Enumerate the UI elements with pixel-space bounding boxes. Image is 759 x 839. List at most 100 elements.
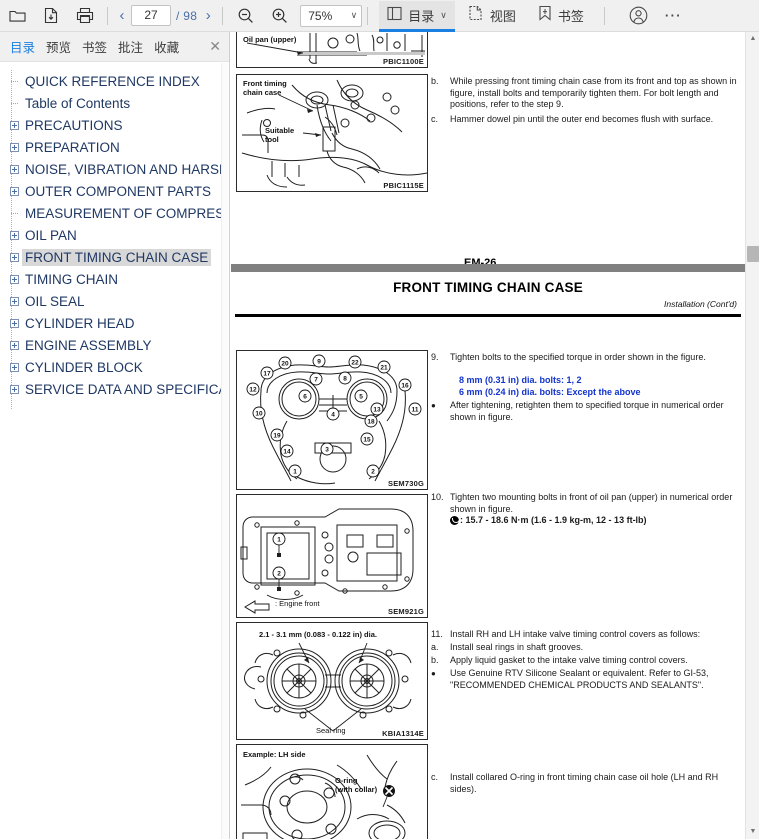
sidebar-item-cylinder-head[interactable]: CYLINDER HEAD <box>4 312 229 334</box>
figure-caption: Oil pan (upper) <box>243 35 297 44</box>
sidebar-item-noise-vibration-harshness[interactable]: NOISE, VIBRATION AND HARSH <box>4 158 229 180</box>
expand-icon[interactable] <box>8 339 21 352</box>
sidebar-item-outer-component-parts[interactable]: OUTER COMPONENT PARTS <box>4 180 229 202</box>
spec-text: 8 mm (0.31 in) dia. bolts: 1, 2 <box>459 375 582 385</box>
svg-text:10: 10 <box>255 411 263 418</box>
sidebar-scrollbar[interactable] <box>221 63 228 839</box>
zoom-level-select[interactable]: 75% ∨ <box>300 4 363 27</box>
svg-text:7: 7 <box>314 377 318 384</box>
previous-page-button[interactable]: ‹ <box>113 4 131 28</box>
expand-icon[interactable] <box>8 163 21 176</box>
sidebar-item-cylinder-block[interactable]: CYLINDER BLOCK <box>4 356 229 378</box>
expand-icon[interactable] <box>8 141 21 154</box>
expand-icon[interactable] <box>8 119 21 132</box>
step-body: Tighten two mounting bolts in front of o… <box>450 492 733 514</box>
open-file-button[interactable] <box>2 3 32 29</box>
svg-text:11: 11 <box>412 407 419 414</box>
pdf-viewer[interactable]: Oil pan (upper) PBIC1100E Front timing c… <box>231 32 759 839</box>
sidebar-item-front-timing-chain-case[interactable]: FRONT TIMING CHAIN CASE <box>4 246 229 268</box>
figure-caption-engine-front: : Engine front <box>275 599 320 608</box>
viewer-scrollbar[interactable]: ▲ ▼ <box>745 32 759 839</box>
sidebar-item-preparation[interactable]: PREPARATION <box>4 136 229 158</box>
svg-text:13: 13 <box>373 407 381 414</box>
scrollbar-thumb[interactable] <box>747 246 759 262</box>
page-number-input[interactable]: 27 <box>131 5 171 26</box>
sidebar-item-label: TIMING CHAIN <box>25 271 118 287</box>
step-body: Tighten bolts to the specified torque in… <box>450 352 706 362</box>
step-marker: c. <box>431 772 439 782</box>
tab-bookmark[interactable]: 书签 <box>530 1 592 31</box>
svg-text:1: 1 <box>293 469 297 476</box>
tab-view[interactable]: 视图 <box>461 1 524 31</box>
step-marker: c. <box>431 114 439 124</box>
step-marker: ● <box>431 669 436 678</box>
figure-caption-tool: Suitable tool <box>265 126 295 144</box>
figure-caption-example-lh: Example: LH side <box>243 750 306 759</box>
sidebar-item-label: FRONT TIMING CHAIN CASE <box>22 248 212 266</box>
expand-icon[interactable] <box>8 229 21 242</box>
zoom-in-button[interactable] <box>264 3 294 29</box>
sidebar-item-precautions[interactable]: PRECAUTIONS <box>4 114 229 136</box>
step-body: Install seal rings in shaft grooves. <box>450 642 584 652</box>
header-rule <box>235 314 741 317</box>
sidebar-tab-contents[interactable]: 目录 <box>10 37 35 56</box>
tab-contents-label: 目录 <box>408 9 435 24</box>
sidebar-item-label: OIL PAN <box>25 227 77 243</box>
sidebar-item-oil-pan[interactable]: OIL PAN <box>4 224 229 246</box>
sidebar-item-timing-chain[interactable]: TIMING CHAIN <box>4 268 229 290</box>
scroll-up-button[interactable]: ▲ <box>746 32 759 46</box>
step-marker: a. <box>431 642 439 652</box>
sidebar-tab-preview[interactable]: 预览 <box>46 37 71 56</box>
tab-bookmark-label: 书签 <box>557 9 584 24</box>
sidebar-item-label: OUTER COMPONENT PARTS <box>25 183 212 199</box>
close-icon[interactable]: ✕ <box>209 38 221 55</box>
expand-icon[interactable] <box>8 251 21 264</box>
sidebar-item-oil-seal[interactable]: OIL SEAL <box>4 290 229 312</box>
expand-icon[interactable] <box>8 295 21 308</box>
toolbar: ‹ 27 / 98 › 75% ∨ 目录 ∨ 视图 书签 ⋯ <box>0 0 759 32</box>
account-button[interactable] <box>624 3 654 29</box>
expand-icon[interactable] <box>8 185 21 198</box>
chevron-down-icon: ∨ <box>350 10 358 20</box>
figure-caption-seal-ring: Seal ring <box>316 726 346 735</box>
save-as-button[interactable] <box>36 3 66 29</box>
step-body: Use Genuine RTV Silicone Sealant or equi… <box>450 668 709 690</box>
print-button[interactable] <box>70 3 100 29</box>
sidebar-item-measurement-of-compression[interactable]: MEASUREMENT OF COMPRES <box>4 202 229 224</box>
expand-icon[interactable] <box>8 383 21 396</box>
sidebar-tab-favorites[interactable]: 收藏 <box>154 37 179 56</box>
svg-text:16: 16 <box>401 383 409 390</box>
page-view-icon <box>469 5 484 26</box>
toolbar-divider-1 <box>107 6 108 25</box>
sidebar: 目录 预览 书签 批注 收藏 ✕ QUICK REFERENCE INDEX T… <box>0 32 230 839</box>
figure-seal-ring-dia: 2.1 - 3.1 mm (0.083 - 0.122 in) dia. Sea… <box>236 622 428 740</box>
expand-icon[interactable] <box>8 273 21 286</box>
tree-leaf-icon <box>8 207 21 220</box>
sidebar-tab-bookmark[interactable]: 书签 <box>82 37 107 56</box>
expand-icon[interactable] <box>8 317 21 330</box>
scroll-down-button[interactable]: ▼ <box>746 825 759 839</box>
svg-text:2: 2 <box>277 571 281 578</box>
expand-icon[interactable] <box>8 361 21 374</box>
svg-text:5: 5 <box>359 394 363 401</box>
sidebar-item-quick-reference-index[interactable]: QUICK REFERENCE INDEX <box>4 70 229 92</box>
step-marker: 10. <box>431 492 444 502</box>
zoom-out-button[interactable] <box>230 3 260 29</box>
svg-text:4: 4 <box>331 412 335 419</box>
zoom-in-icon <box>271 7 288 24</box>
sidebar-item-table-of-contents[interactable]: Table of Contents <box>4 92 229 114</box>
step-body: Install collared O-ring in front timing … <box>450 772 719 794</box>
step-marker: b. <box>431 76 439 86</box>
more-options-button[interactable]: ⋯ <box>658 3 688 29</box>
sidebar-item-service-data-and-specifications[interactable]: SERVICE DATA AND SPECIFICA <box>4 378 229 400</box>
tab-contents[interactable]: 目录 ∨ <box>379 0 455 32</box>
sidebar-item-engine-assembly[interactable]: ENGINE ASSEMBLY <box>4 334 229 356</box>
prev-step-c: c. Hammer dowel pin until the outer end … <box>431 114 737 126</box>
svg-text:18: 18 <box>367 419 375 426</box>
ellipsis-icon: ⋯ <box>663 5 682 25</box>
sidebar-tab-annotation[interactable]: 批注 <box>118 37 143 56</box>
step-9-spec-6mm: 6 mm (0.24 in) dia. bolts: Except the ab… <box>459 387 737 399</box>
table-of-contents-tree[interactable]: QUICK REFERENCE INDEX Table of Contents … <box>0 63 229 839</box>
next-page-button[interactable]: › <box>199 4 217 28</box>
svg-text:2: 2 <box>371 469 375 476</box>
